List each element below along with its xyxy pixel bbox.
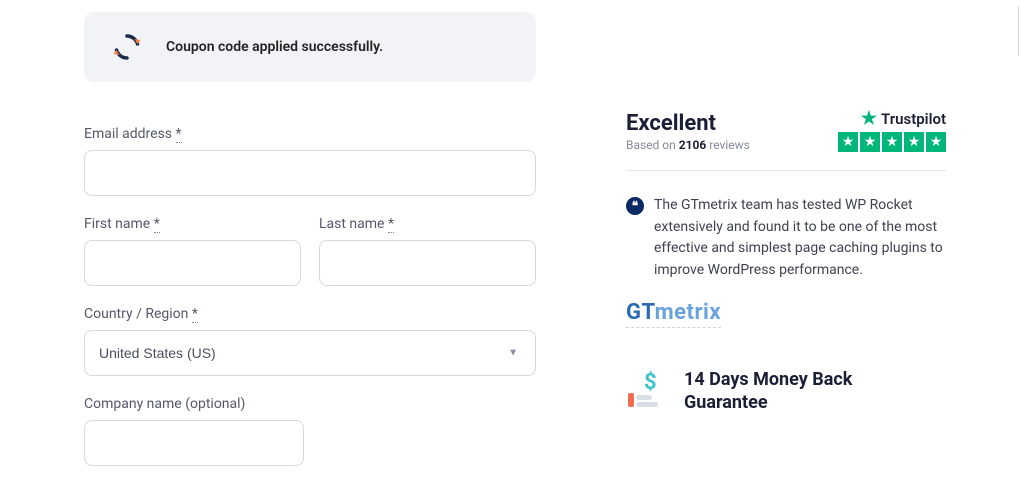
first-name-field-group: First name *: [84, 216, 301, 286]
star-icon: ★: [838, 132, 858, 152]
company-field-group: Company name (optional): [84, 396, 536, 466]
trustpilot-star-icon: ★: [861, 110, 877, 128]
money-back-icon: $: [626, 371, 666, 411]
guarantee-text: 14 Days Money Back Guarantee: [684, 368, 852, 415]
refresh-icon: [112, 32, 142, 62]
coupon-notice-text: Coupon code applied successfully.: [166, 39, 383, 55]
trust-rating-word: Excellent: [626, 111, 750, 136]
trustpilot-stars: ★ ★ ★ ★ ★: [838, 132, 946, 152]
country-select[interactable]: United States (US): [84, 330, 536, 376]
company-input[interactable]: [84, 420, 304, 466]
trustpilot-badge: ★ Trustpilot ★ ★ ★ ★ ★: [838, 110, 946, 152]
coupon-notice: Coupon code applied successfully.: [84, 12, 536, 82]
company-label: Company name (optional): [84, 396, 536, 412]
email-label: Email address *: [84, 126, 536, 142]
star-icon: ★: [860, 132, 880, 152]
svg-text:$: $: [644, 371, 657, 395]
star-icon: ★: [926, 132, 946, 152]
side-accent: [1018, 6, 1024, 56]
last-name-field-group: Last name *: [319, 216, 536, 286]
country-label: Country / Region *: [84, 306, 536, 322]
trustpilot-brand-text: Trustpilot: [881, 110, 946, 128]
first-name-label: First name *: [84, 216, 301, 232]
country-field-group: Country / Region * United States (US) ▼: [84, 306, 536, 376]
star-icon: ★: [904, 132, 924, 152]
last-name-label: Last name *: [319, 216, 536, 232]
gtmetrix-logo: GTmetrix: [626, 300, 721, 328]
star-icon: ★: [882, 132, 902, 152]
email-input[interactable]: [84, 150, 536, 196]
trust-subtext: Based on 2106 reviews: [626, 138, 750, 152]
quote-icon: ❝: [626, 197, 644, 215]
email-field-group: Email address *: [84, 126, 536, 196]
testimonial-text: The GTmetrix team has tested WP Rocket e…: [654, 195, 946, 282]
trustpilot-section: Excellent Based on 2106 reviews ★ Trustp…: [626, 110, 946, 171]
first-name-input[interactable]: [84, 240, 301, 286]
last-name-input[interactable]: [319, 240, 536, 286]
guarantee-section: $ 14 Days Money Back Guarantee: [626, 368, 946, 415]
testimonial: ❝ The GTmetrix team has tested WP Rocket…: [626, 195, 946, 282]
